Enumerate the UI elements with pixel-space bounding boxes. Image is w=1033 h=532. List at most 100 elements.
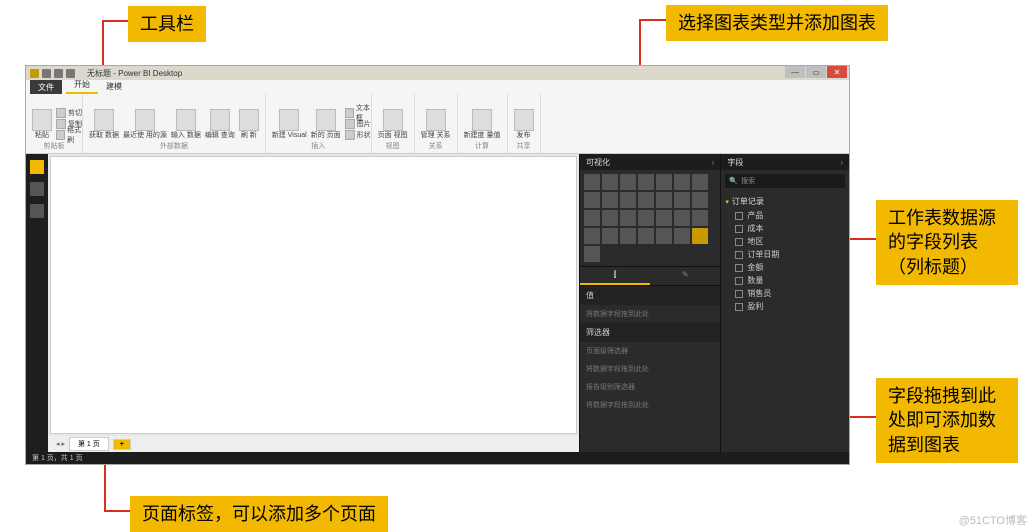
minimize-button[interactable]: — xyxy=(785,66,805,78)
field-item[interactable]: 订单日期 xyxy=(725,248,845,261)
viz-pie-icon[interactable] xyxy=(584,210,600,226)
annotation-choose-chart: 选择图表类型并添加图表 xyxy=(666,5,888,41)
image-button[interactable]: 图片 xyxy=(345,119,375,129)
field-item[interactable]: 销售员 xyxy=(725,287,845,300)
viz-card-icon[interactable] xyxy=(584,228,600,244)
viz-slicer-icon[interactable] xyxy=(638,228,654,244)
viz-multi-card-icon[interactable] xyxy=(602,228,618,244)
field-item[interactable]: 产品 xyxy=(725,209,845,222)
field-item[interactable]: 数量 xyxy=(725,274,845,287)
checkbox-icon[interactable] xyxy=(735,212,743,220)
nav-report-icon[interactable] xyxy=(30,160,44,174)
checkbox-icon[interactable] xyxy=(735,264,743,272)
qat-save-icon[interactable] xyxy=(42,69,51,78)
viz-panel-header[interactable]: 可视化› xyxy=(580,154,720,170)
checkbox-icon[interactable] xyxy=(735,303,743,311)
get-data-button[interactable]: 获取 数据 xyxy=(89,109,119,140)
viz-100-bar-icon[interactable] xyxy=(656,174,672,190)
qat-undo-icon[interactable] xyxy=(54,69,63,78)
manage-relations-button[interactable]: 管理 关系 xyxy=(421,109,451,140)
app-window: 无标题 - Power BI Desktop — ▭ ✕ 文件 开始 建模 粘贴… xyxy=(25,65,850,465)
viz-funnel-icon[interactable] xyxy=(674,210,690,226)
field-item[interactable]: 盈利 xyxy=(725,300,845,313)
viz-area-icon[interactable] xyxy=(584,192,600,208)
viz-ribbon-icon[interactable] xyxy=(656,192,672,208)
ribbon-tab-modeling[interactable]: 建模 xyxy=(98,79,130,94)
recent-sources-button[interactable]: 最近使 用的源 xyxy=(123,109,167,140)
viz-kpi-icon[interactable] xyxy=(620,228,636,244)
textbox-button[interactable]: 文本框 xyxy=(345,108,375,118)
page-tab-add[interactable]: + xyxy=(113,439,131,450)
qat-redo-icon[interactable] xyxy=(66,69,75,78)
viz-100-column-icon[interactable] xyxy=(674,174,690,190)
file-menu[interactable]: 文件 xyxy=(30,80,62,94)
viz-scatter-icon[interactable] xyxy=(692,192,708,208)
nav-model-icon[interactable] xyxy=(30,204,44,218)
group-name-calc: 计算 xyxy=(475,141,489,151)
field-item[interactable]: 成本 xyxy=(725,222,845,235)
checkbox-icon[interactable] xyxy=(735,290,743,298)
close-button[interactable]: ✕ xyxy=(827,66,847,78)
cut-button[interactable]: 剪切 xyxy=(56,108,86,118)
viz-combo2-icon[interactable] xyxy=(638,192,654,208)
viz-waterfall-icon[interactable] xyxy=(674,192,690,208)
viz-clustered-column-icon[interactable] xyxy=(638,174,654,190)
fields-panel-header[interactable]: 字段› xyxy=(721,154,849,170)
field-item[interactable]: 金额 xyxy=(725,261,845,274)
values-dropzone[interactable]: 将数据字段拖到此处 xyxy=(580,305,720,323)
viz-gallery xyxy=(580,170,720,266)
viz-combo1-icon[interactable] xyxy=(620,192,636,208)
paste-button[interactable]: 粘贴 xyxy=(32,109,52,140)
new-measure-button[interactable]: 新建度 量值 xyxy=(464,109,501,140)
main-area: ◂ ▸ 第 1 页 + 可视化› xyxy=(26,154,849,452)
shapes-button[interactable]: 形状 xyxy=(345,130,375,140)
arrow-toolbar-h xyxy=(102,20,128,22)
publish-button[interactable]: 发布 xyxy=(514,109,534,140)
viz-table-icon[interactable] xyxy=(656,228,672,244)
refresh-button[interactable]: 刷 新 xyxy=(239,109,259,140)
ann-df-l2: 处即可添加数 xyxy=(888,410,996,430)
checkbox-icon[interactable] xyxy=(735,238,743,246)
field-item[interactable]: 地区 xyxy=(725,235,845,248)
nav-data-icon[interactable] xyxy=(30,182,44,196)
viz-import-icon[interactable] xyxy=(584,246,600,262)
group-name-share: 共享 xyxy=(517,141,531,151)
viz-gauge-icon[interactable] xyxy=(692,210,708,226)
page-tab-1[interactable]: 第 1 页 xyxy=(69,437,109,451)
new-visual-button[interactable]: 新建 Visual xyxy=(272,109,307,140)
viz-stacked-bar-icon[interactable] xyxy=(584,174,600,190)
viz-clustered-bar-icon[interactable] xyxy=(620,174,636,190)
viz-matrix-icon[interactable] xyxy=(674,228,690,244)
table-name[interactable]: 订单记录 xyxy=(725,194,845,209)
ribbon-group-view: 页面 视图 视图 xyxy=(372,94,415,153)
quick-access-toolbar xyxy=(30,69,75,78)
right-panels: 可视化› xyxy=(579,154,849,452)
subtab-fields-icon[interactable]: ⫿ xyxy=(580,267,650,285)
viz-line-icon[interactable] xyxy=(692,174,708,190)
format-painter-button[interactable]: 格式刷 xyxy=(56,130,86,140)
viz-filled-map-icon[interactable] xyxy=(656,210,672,226)
viz-stacked-area-icon[interactable] xyxy=(602,192,618,208)
values-title: 值 xyxy=(580,286,720,305)
enter-data-button[interactable]: 输入 数据 xyxy=(171,109,201,140)
subtab-format-icon[interactable]: ✎ xyxy=(650,267,720,285)
edit-queries-button[interactable]: 编辑 查询 xyxy=(205,109,235,140)
viz-stacked-column-icon[interactable] xyxy=(602,174,618,190)
filters-title: 筛选器 xyxy=(580,323,720,342)
maximize-button[interactable]: ▭ xyxy=(806,66,826,78)
checkbox-icon[interactable] xyxy=(735,225,743,233)
page-view-button[interactable]: 页面 视图 xyxy=(378,109,408,140)
viz-map-icon[interactable] xyxy=(638,210,654,226)
checkbox-icon[interactable] xyxy=(735,277,743,285)
new-page-button[interactable]: 新的 页面 xyxy=(311,109,341,140)
checkbox-icon[interactable] xyxy=(735,251,743,259)
report-canvas[interactable] xyxy=(50,156,577,434)
viz-r-icon[interactable] xyxy=(692,228,708,244)
report-filter-dropzone[interactable]: 将数据字段拖到此处 xyxy=(580,396,720,414)
viz-treemap-icon[interactable] xyxy=(620,210,636,226)
page-filter-dropzone[interactable]: 将数据字段拖到此处 xyxy=(580,360,720,378)
ribbon: 粘贴 剪切 复制 格式刷 剪贴板 获取 数据 最近使 用的源 输入 数据 编辑 … xyxy=(26,94,849,154)
viz-subtabs: ⫿ ✎ xyxy=(580,266,720,286)
viz-donut-icon[interactable] xyxy=(602,210,618,226)
fields-search-input[interactable]: 搜索 xyxy=(725,174,845,188)
